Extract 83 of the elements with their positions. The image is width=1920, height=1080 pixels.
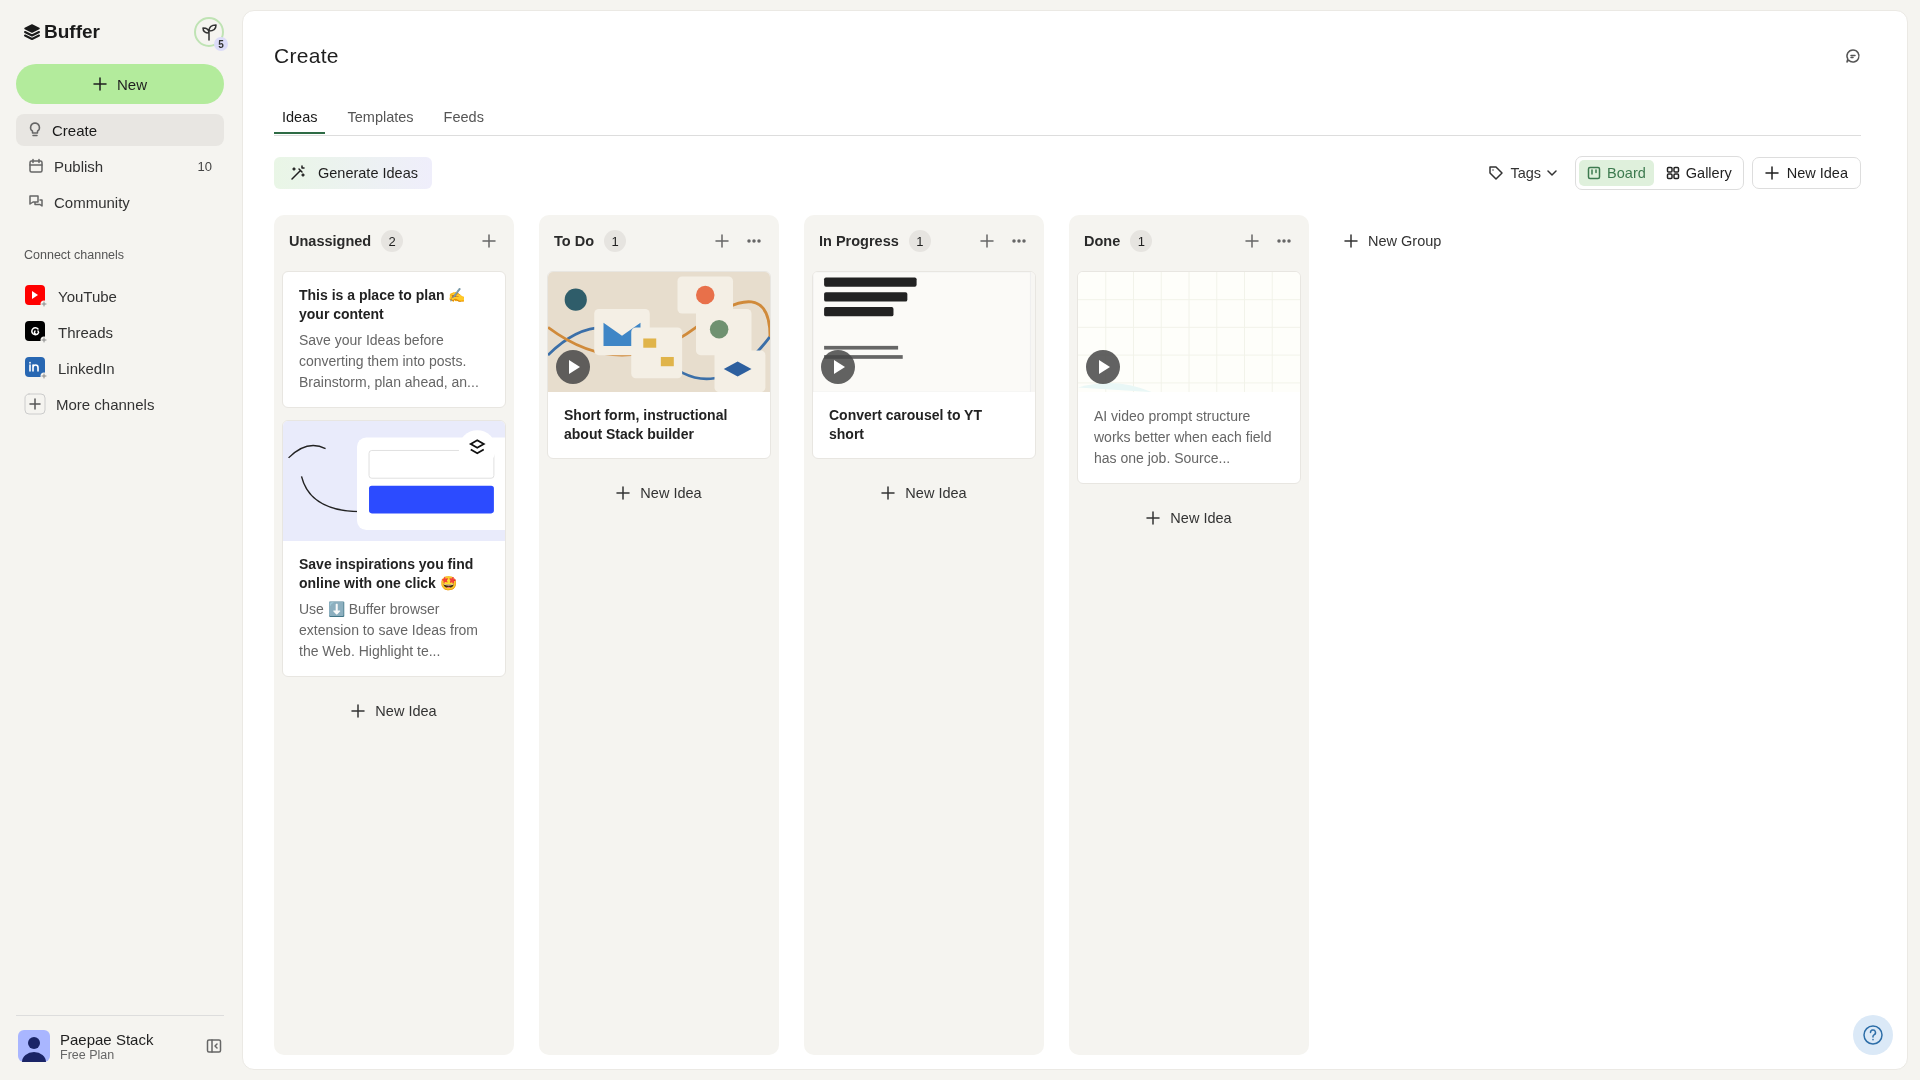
column-title: Done (1084, 233, 1121, 249)
column-title: Unassigned (289, 233, 372, 249)
new-group-button[interactable]: New Group (1344, 225, 1442, 257)
new-idea-button[interactable]: New Idea (1077, 498, 1301, 538)
more-icon (747, 239, 761, 243)
help-icon (1861, 1023, 1885, 1047)
speech-bubble-icon (1845, 48, 1861, 64)
plus-icon (24, 393, 46, 415)
column-title: In Progress (819, 233, 899, 249)
card-title: This is a place to plan ✍ your content (299, 286, 467, 324)
new-idea-button[interactable]: New Idea (282, 691, 506, 731)
page-title: Create (274, 44, 339, 68)
plus-icon (980, 234, 994, 248)
card-title: Convert carousel to YT short (829, 406, 983, 444)
tags-dropdown[interactable]: Tags (1478, 157, 1568, 189)
view-toggle[interactable]: Board (1579, 160, 1654, 186)
count-badge: 1 (1130, 230, 1153, 252)
card-title: Short form, instructional about Stack builder (564, 406, 729, 444)
magic-wand-icon (290, 165, 306, 181)
board-icon (1587, 166, 1602, 180)
view-toggle[interactable]: Gallery (1657, 160, 1740, 186)
level-badge: 5 (214, 37, 228, 51)
card-text: AI video prompt structure works better when each field has one job. Source... (1094, 407, 1273, 468)
idea-card[interactable]: Short form, instructional about Stack builder (547, 271, 771, 459)
collapse-sidebar-button[interactable] (206, 1038, 222, 1054)
plant-icon (199, 22, 219, 42)
plus-icon (93, 77, 107, 91)
plus-icon (616, 486, 631, 500)
new-idea-button[interactable]: New Idea (547, 473, 771, 513)
plus-icon (1146, 511, 1161, 525)
plus-icon (1344, 234, 1358, 248)
help-button[interactable] (1853, 1015, 1893, 1055)
plus-icon (1245, 234, 1259, 248)
chevron-down-icon (1547, 170, 1558, 176)
chat-icon (28, 194, 44, 210)
feedback-button[interactable] (1845, 48, 1861, 64)
new-idea-button[interactable]: New Idea (812, 473, 1036, 513)
channel-item[interactable]: Threads (16, 314, 224, 350)
section-label: Connect channels (24, 248, 126, 262)
plus-icon (881, 486, 896, 500)
lightbulb-icon (28, 122, 42, 138)
channel-item[interactable]: YouTube (16, 278, 224, 314)
more-icon (1277, 239, 1291, 243)
buffer-logo[interactable]: Buffer (24, 21, 100, 43)
new-button[interactable]: New (16, 64, 224, 104)
stack-icon (24, 24, 40, 40)
tab[interactable]: Feeds (435, 101, 492, 134)
count-label: 10 (197, 158, 212, 174)
nav-item[interactable]: Publish 10 (16, 150, 224, 182)
avatar-icon (18, 1030, 50, 1062)
card-text: Save your Ideas before converting them into posts. Brainstorm, plan ahead, an... (299, 331, 480, 392)
plus-icon (482, 234, 496, 248)
threads-channel-icon (24, 320, 48, 344)
channel-item[interactable]: More channels (16, 386, 224, 422)
plus-icon (715, 234, 729, 248)
idea-card[interactable]: This is a place to plan ✍ your content Save your Ideas before converting them into posts. Brainstorm, plan ahead, an... (282, 271, 506, 408)
channel-item[interactable]: LinkedIn (16, 350, 224, 386)
idea-card[interactable]: AI video prompt structure works better when each field has one job. Source... (1077, 271, 1301, 484)
count-badge: 1 (604, 230, 626, 252)
gallery-icon (1665, 166, 1680, 180)
tag-icon (1488, 165, 1505, 181)
card-title: Save inspirations you find online with one click 🤩 (299, 555, 475, 593)
tab[interactable]: Templates (339, 101, 422, 134)
nav-item[interactable]: Create (16, 114, 224, 146)
generate-ideas-button[interactable]: Generate Ideas (274, 157, 432, 189)
plus-icon (1764, 166, 1779, 180)
column-title: To Do (554, 233, 594, 249)
more-icon (1012, 239, 1026, 243)
idea-card[interactable]: Convert carousel to YT short (812, 271, 1036, 459)
video-channel-icon (24, 284, 48, 308)
tab[interactable]: Ideas (274, 101, 326, 134)
plan-label: Free Plan (60, 1047, 116, 1062)
card-text: Use ⬇ Buffer browser extension to save Ideas from the Web. Highlight te... (299, 600, 479, 661)
nav-item[interactable]: Community (16, 186, 224, 218)
sidebar-collapse-icon (206, 1038, 222, 1054)
idea-card[interactable]: Save inspirations you find online with one click 🤩 Use ⬇ Buffer browser extension to save Ideas from the Web. Highlight te... (282, 420, 506, 677)
plus-icon (351, 704, 366, 718)
calendar-icon (28, 158, 44, 174)
count-badge: 1 (908, 230, 931, 252)
new-idea-button[interactable]: New Idea (1751, 157, 1861, 189)
count-badge: 2 (381, 230, 404, 252)
linkedin-channel-icon (24, 356, 48, 380)
user-name: Paepae Stack (60, 1030, 155, 1048)
